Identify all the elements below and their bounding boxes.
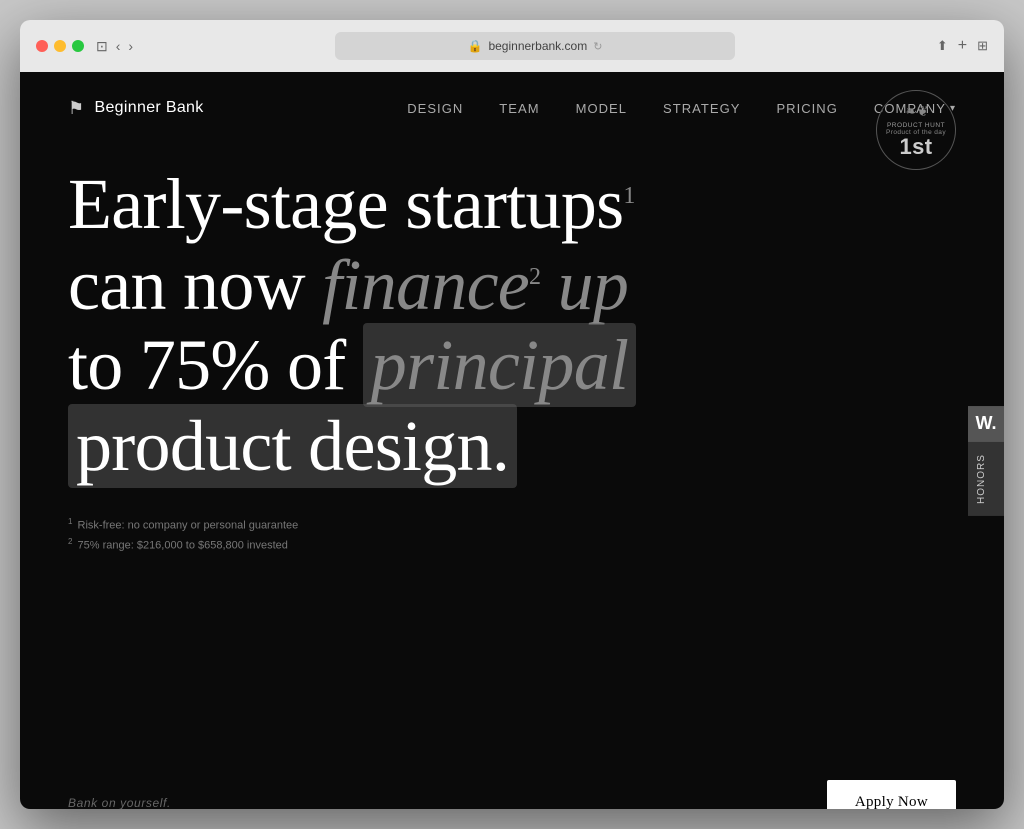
new-tab-icon[interactable]: + — [958, 37, 967, 55]
url-text: beginnerbank.com — [488, 39, 587, 53]
headline-up-word: up — [558, 245, 629, 325]
headline-finance-word: finance — [322, 245, 529, 325]
headline-line3: to 75% of — [68, 325, 363, 405]
nav-link-team[interactable]: TEAM — [499, 101, 539, 116]
headline-highlight-principal: principal — [363, 323, 637, 407]
headline-line2-start: can now — [68, 245, 322, 325]
nav-link-pricing[interactable]: PRICING — [776, 101, 837, 116]
badge-product-hunt-label: PRODUCT HUNT — [887, 122, 945, 129]
browser-nav-controls: ⊡ ‹ › — [96, 38, 133, 55]
product-hunt-badge: ❧ ❦ PRODUCT HUNT Product of the day 1st — [876, 90, 956, 170]
nav-link-model[interactable]: MODEL — [576, 101, 627, 116]
forward-button[interactable]: › — [128, 38, 133, 54]
lock-icon: 🔒 — [468, 39, 483, 53]
headline-highlight-product: product design. — [68, 404, 517, 488]
footnote-1: 1 Risk-free: no company or personal guar… — [68, 515, 956, 535]
logo-text: Beginner Bank — [94, 99, 203, 117]
hero-section: Early-stage startups1 can now finance2 u… — [20, 144, 1004, 555]
minimize-button[interactable] — [54, 40, 66, 52]
nav-link-strategy[interactable]: STRATEGY — [663, 101, 740, 116]
footnotes: 1 Risk-free: no company or personal guar… — [68, 515, 956, 556]
footnote-marker-2: 2 — [529, 264, 540, 290]
address-bar[interactable]: 🔒 beginnerbank.com ↻ — [335, 32, 735, 60]
logo[interactable]: ⚑ Beginner Bank — [68, 98, 204, 119]
browser-chrome: ⊡ ‹ › 🔒 beginnerbank.com ↻ ⬆ + ⊞ — [20, 20, 1004, 72]
badge-laurel-left: ❧ ❦ — [905, 103, 926, 120]
logo-icon: ⚑ — [68, 98, 84, 119]
navigation: ⚑ Beginner Bank DESIGN TEAM MODEL STRATE… — [20, 72, 1004, 144]
share-icon[interactable]: ⬆ — [937, 38, 948, 54]
traffic-lights — [36, 40, 84, 52]
footnote-marker-1: 1 — [623, 183, 634, 209]
website-content: ⚑ Beginner Bank DESIGN TEAM MODEL STRATE… — [20, 72, 1004, 809]
footnote-2: 2 75% range: $216,000 to $658,800 invest… — [68, 535, 956, 555]
close-button[interactable] — [36, 40, 48, 52]
footnote-2-text: 75% range: $216,000 to $658,800 invested — [78, 540, 288, 552]
badge-rank: 1st — [900, 136, 933, 158]
tagline: Bank on yourself. — [68, 796, 171, 810]
fullscreen-button[interactable] — [72, 40, 84, 52]
side-tab-w-label: W. — [968, 406, 1004, 442]
nav-links: DESIGN TEAM MODEL STRATEGY PRICING COMPA… — [407, 101, 956, 116]
nav-link-design[interactable]: DESIGN — [407, 101, 463, 116]
browser-actions: ⬆ + ⊞ — [937, 37, 988, 55]
footnote-1-text: Risk-free: no company or personal guaran… — [78, 519, 299, 531]
apply-now-button[interactable]: Apply Now — [827, 780, 956, 809]
tab-grid-icon[interactable]: ⊞ — [977, 38, 988, 54]
footnote-sup-2: 2 — [68, 537, 72, 546]
hero-headline: Early-stage startups1 can now finance2 u… — [68, 164, 748, 487]
headline-line1: Early-stage startups — [68, 164, 623, 244]
refresh-icon: ↻ — [593, 40, 602, 53]
bottom-bar: Bank on yourself. Apply Now — [20, 756, 1004, 809]
footnote-sup-1: 1 — [68, 517, 72, 526]
back-button[interactable]: ‹ — [116, 38, 121, 54]
side-tab[interactable]: W. Honors — [968, 406, 1004, 516]
window-icon: ⊡ — [96, 38, 108, 55]
side-tab-honors-label: Honors — [968, 442, 1004, 516]
